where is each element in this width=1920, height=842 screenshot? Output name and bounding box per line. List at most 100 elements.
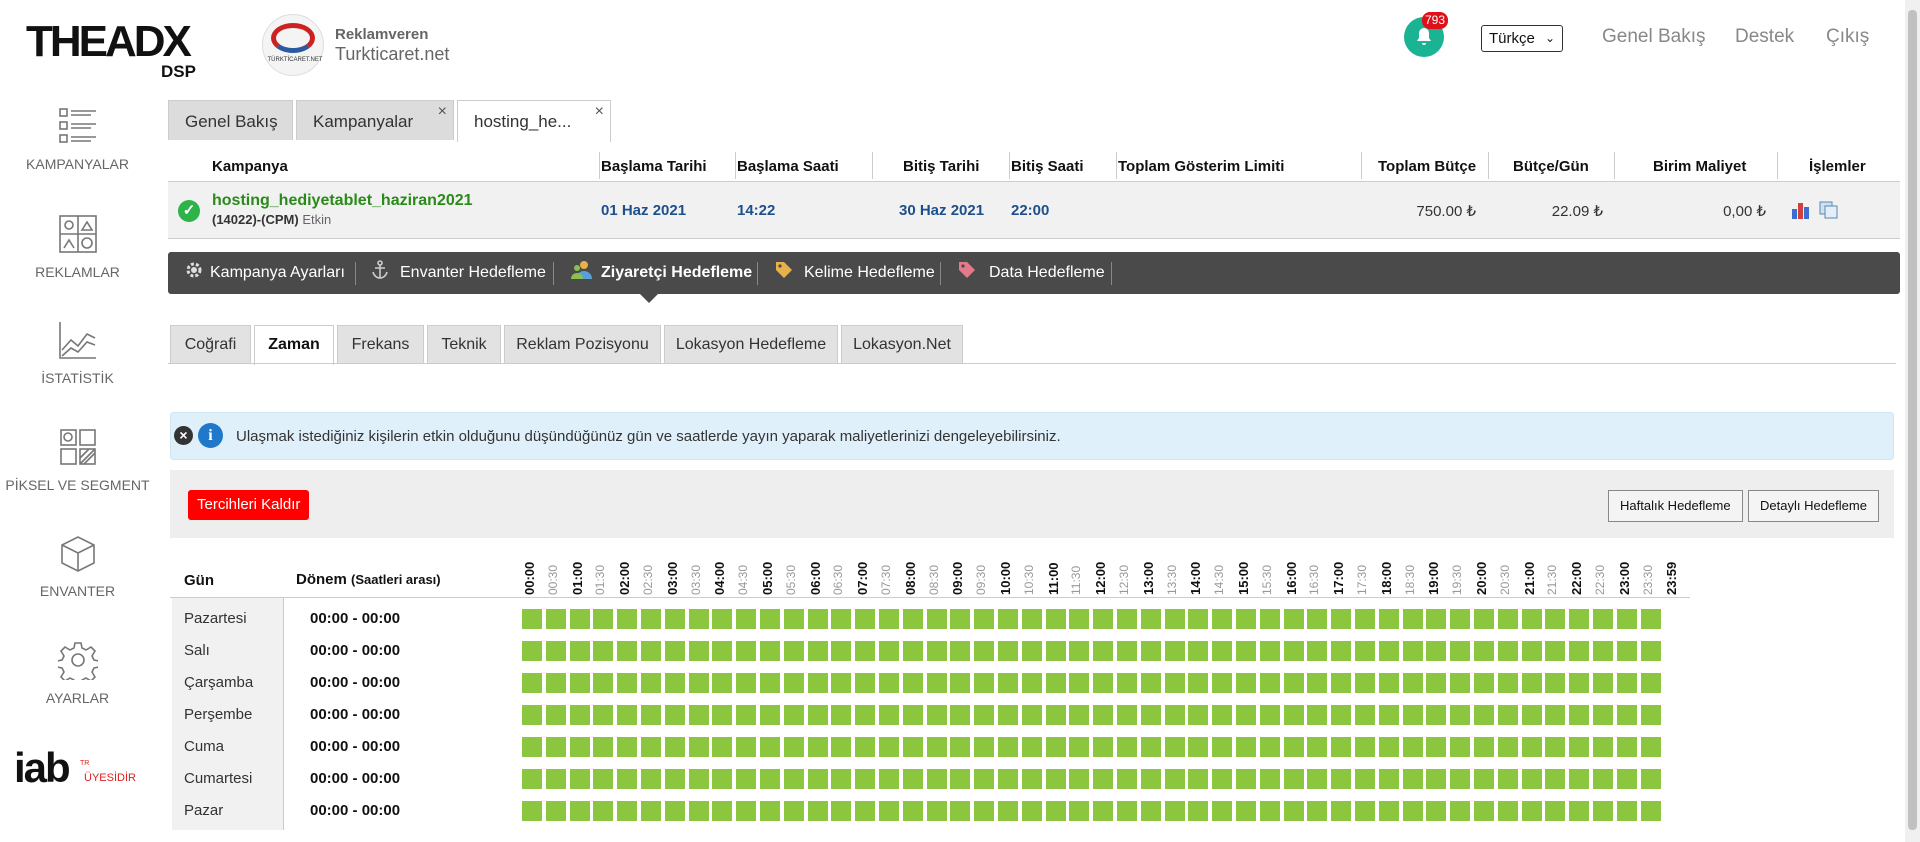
time-slot-cell[interactable] <box>617 737 638 757</box>
time-slot-cell[interactable] <box>1021 705 1042 725</box>
time-slot-cell[interactable] <box>1212 769 1233 789</box>
time-slot-cell[interactable] <box>1236 769 1256 789</box>
time-slot-cell[interactable] <box>783 609 804 629</box>
time-slot-cell[interactable] <box>1497 801 1518 821</box>
sidebar-item-ads[interactable]: REKLAMLAR <box>0 214 155 280</box>
time-slot-cell[interactable] <box>1331 801 1352 821</box>
time-slot-cell[interactable] <box>998 769 1018 789</box>
tab-campaign-detail[interactable]: hosting_he... × <box>457 100 611 142</box>
nav-inventory-targeting[interactable]: Envanter Hedefleme <box>371 252 546 294</box>
time-slot-cell[interactable] <box>879 641 899 661</box>
time-slot-cell[interactable] <box>1069 801 1090 821</box>
day-name[interactable]: Cumartesi <box>184 770 252 787</box>
time-slot-cell[interactable] <box>807 673 828 693</box>
time-slot-cell[interactable] <box>998 705 1018 725</box>
time-slot-cell[interactable] <box>1212 801 1233 821</box>
time-slot-cell[interactable] <box>664 673 685 693</box>
time-slot-cell[interactable] <box>712 801 733 821</box>
hour-label[interactable]: 05:00 <box>760 555 775 595</box>
time-slot-cell[interactable] <box>1045 609 1066 629</box>
time-slot-cell[interactable] <box>1474 737 1494 757</box>
time-slot-cell[interactable] <box>1378 705 1399 725</box>
time-slot-cell[interactable] <box>1212 737 1233 757</box>
time-slot-cell[interactable] <box>902 769 923 789</box>
time-slot-cell[interactable] <box>807 769 828 789</box>
hour-label[interactable]: 21:00 <box>1522 555 1537 595</box>
time-slot-cell[interactable] <box>807 801 828 821</box>
time-slot-cell[interactable] <box>736 673 757 693</box>
reset-preferences-button[interactable]: Tercihleri Kaldır <box>188 490 310 520</box>
time-slot-cell[interactable] <box>1259 609 1280 629</box>
time-slot-cell[interactable] <box>950 641 971 661</box>
header-link-overview[interactable]: Genel Bakış <box>1602 26 1706 48</box>
time-slot-cell[interactable] <box>1474 705 1494 725</box>
time-slot-cell[interactable] <box>1331 737 1352 757</box>
time-slot-cell[interactable] <box>1307 609 1328 629</box>
time-slot-cell[interactable] <box>569 673 590 693</box>
time-slot-cell[interactable] <box>1045 673 1066 693</box>
time-slot-cell[interactable] <box>1378 801 1399 821</box>
subtab-time[interactable]: Zaman <box>254 325 334 365</box>
time-slot-cell[interactable] <box>1378 769 1399 789</box>
time-slot-cell[interactable] <box>902 737 923 757</box>
hour-label[interactable]: 16:00 <box>1284 555 1299 595</box>
time-slot-cell[interactable] <box>1616 705 1637 725</box>
time-slot-cell[interactable] <box>998 641 1018 661</box>
time-slot-cell[interactable] <box>617 769 638 789</box>
time-slot-cell[interactable] <box>855 801 876 821</box>
hour-label[interactable]: 10:00 <box>998 555 1013 595</box>
time-slot-cell[interactable] <box>950 801 971 821</box>
time-slot-cell[interactable] <box>1402 673 1423 693</box>
time-slot-cell[interactable] <box>1021 609 1042 629</box>
time-slot-cell[interactable] <box>879 769 899 789</box>
time-slot-cell[interactable] <box>1426 769 1447 789</box>
time-slot-cell[interactable] <box>1450 737 1471 757</box>
hour-label[interactable]: 09:00 <box>950 555 965 595</box>
hour-label[interactable]: 13:00 <box>1141 555 1156 595</box>
time-slot-cell[interactable] <box>998 801 1018 821</box>
time-slot-cell[interactable] <box>1236 673 1256 693</box>
subtab-location-net[interactable]: Lokasyon.Net <box>841 325 963 364</box>
time-slot-cell[interactable] <box>760 769 780 789</box>
time-slot-cell[interactable] <box>569 609 590 629</box>
hour-label[interactable]: 04:30 <box>736 555 750 595</box>
hour-label[interactable]: 10:30 <box>1022 555 1036 595</box>
hour-label[interactable]: 23:30 <box>1641 555 1655 595</box>
time-slot-cell[interactable] <box>974 801 995 821</box>
time-slot-cell[interactable] <box>664 769 685 789</box>
time-slot-cell[interactable] <box>1069 769 1090 789</box>
time-slot-cell[interactable] <box>1212 705 1233 725</box>
time-slot-cell[interactable] <box>1640 641 1661 661</box>
time-slot-cell[interactable] <box>545 769 566 789</box>
time-slot-cell[interactable] <box>593 609 614 629</box>
time-slot-cell[interactable] <box>712 609 733 629</box>
time-slot-cell[interactable] <box>1593 705 1613 725</box>
time-slot-cell[interactable] <box>1117 737 1137 757</box>
time-slot-cell[interactable] <box>1640 769 1661 789</box>
time-slot-cell[interactable] <box>1521 673 1542 693</box>
time-slot-cell[interactable] <box>1212 641 1233 661</box>
day-name[interactable]: Çarşamba <box>184 674 253 691</box>
hour-label[interactable]: 20:00 <box>1474 555 1489 595</box>
time-slot-cell[interactable] <box>1545 737 1566 757</box>
time-slot-cell[interactable] <box>998 737 1018 757</box>
day-name[interactable]: Cuma <box>184 738 224 755</box>
time-slot-cell[interactable] <box>1569 801 1590 821</box>
time-slot-cell[interactable] <box>1497 641 1518 661</box>
time-slot-cell[interactable] <box>1402 801 1423 821</box>
time-slot-cell[interactable] <box>783 641 804 661</box>
time-slot-cell[interactable] <box>1355 609 1375 629</box>
time-slot-cell[interactable] <box>1069 609 1090 629</box>
time-slot-cell[interactable] <box>902 641 923 661</box>
subtab-ad-position[interactable]: Reklam Pozisyonu <box>504 325 661 364</box>
theadx-logo[interactable]: THEADX DSP <box>26 20 206 82</box>
time-slot-cell[interactable] <box>1378 641 1399 661</box>
time-slot-cell[interactable] <box>736 737 757 757</box>
time-slot-cell[interactable] <box>1140 641 1161 661</box>
hour-label[interactable]: 03:00 <box>665 555 680 595</box>
time-slot-cell[interactable] <box>1069 641 1090 661</box>
time-slot-cell[interactable] <box>1045 737 1066 757</box>
time-slot-cell[interactable] <box>1497 609 1518 629</box>
time-slot-cell[interactable] <box>831 641 852 661</box>
time-slot-cell[interactable] <box>545 609 566 629</box>
